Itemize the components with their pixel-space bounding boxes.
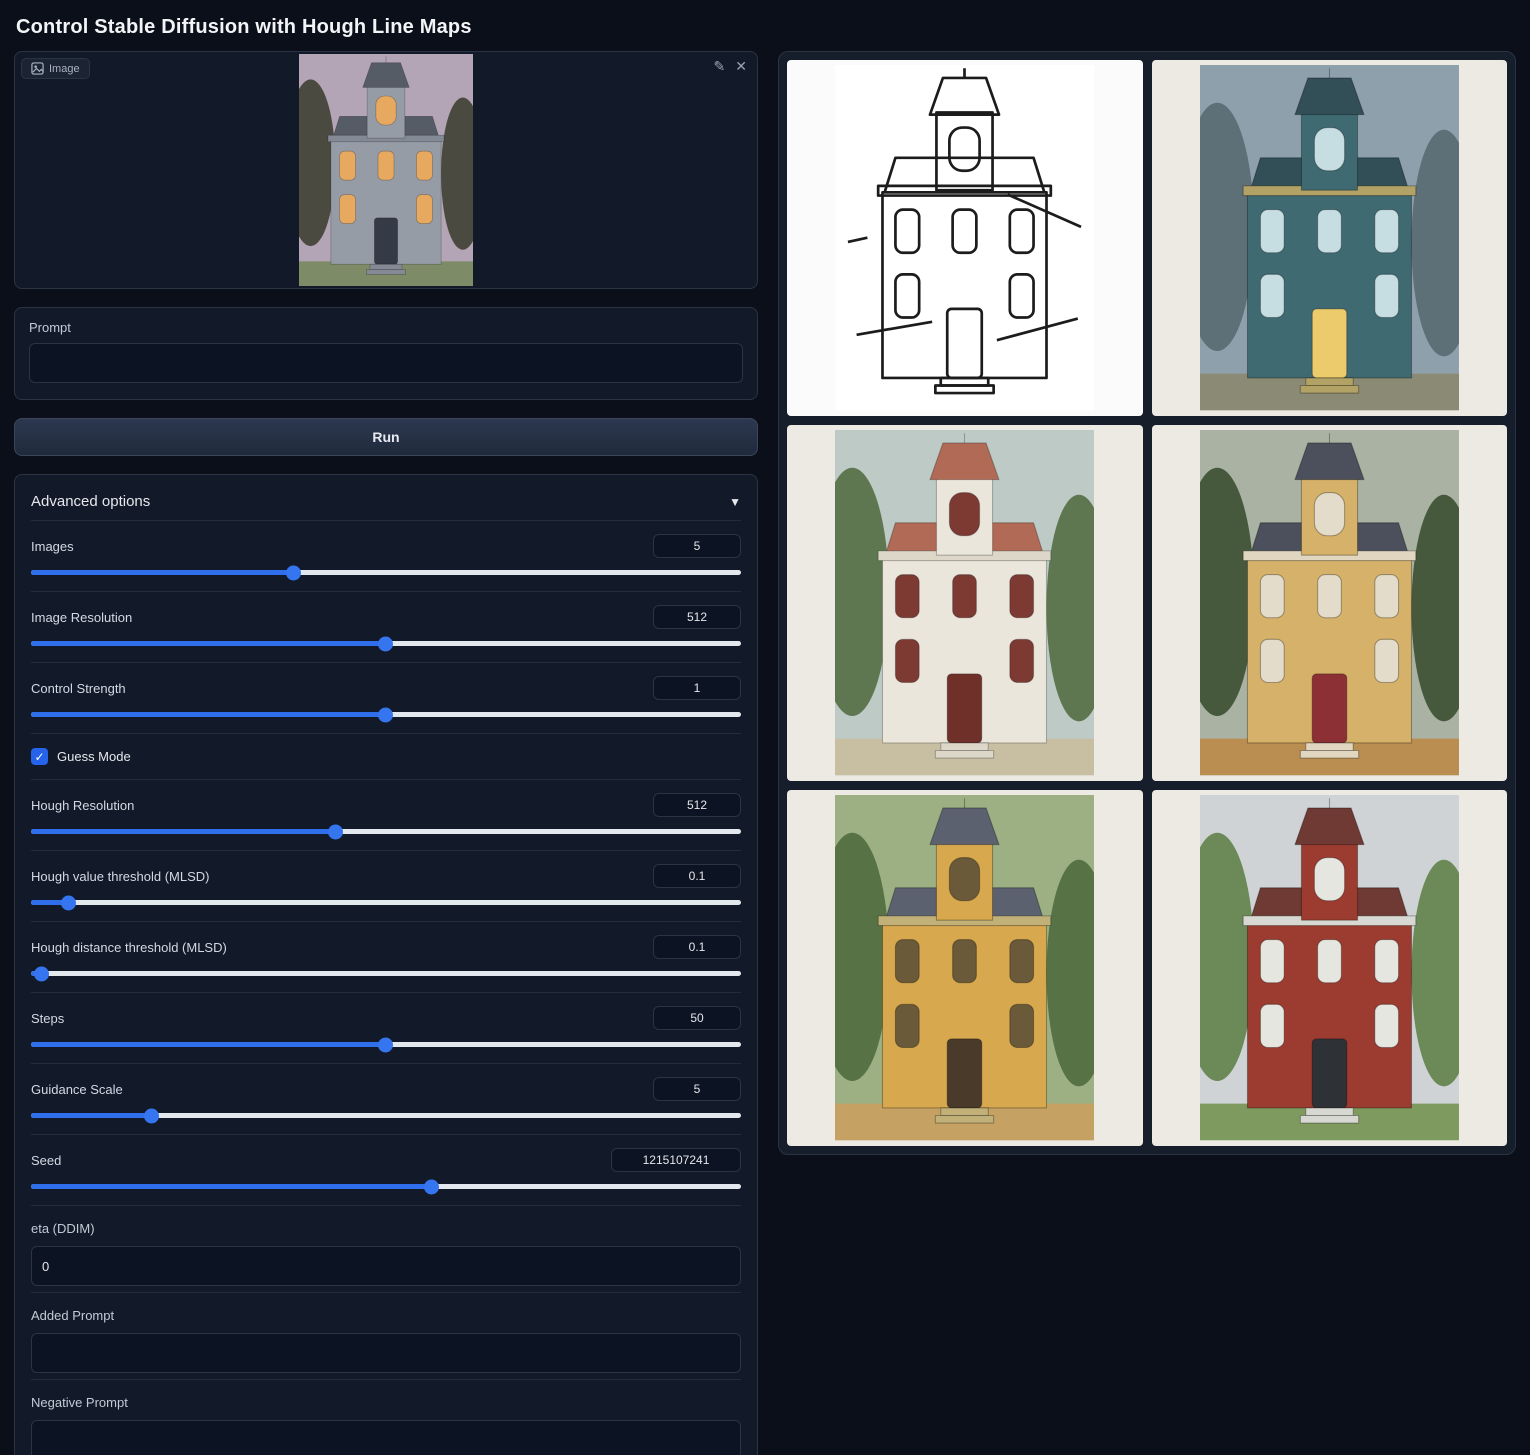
steps-slider[interactable] [31,1042,741,1047]
eta-group: eta (DDIM) [31,1205,741,1292]
hough-resolution-slider-group: Hough Resolution 512 [31,779,741,850]
negative-prompt-input[interactable] [31,1420,741,1455]
advanced-options-title: Advanced options [31,493,150,510]
image-resolution-value[interactable]: 512 [653,605,741,629]
image-actions: ✎ ✕ [714,60,747,74]
gallery-item-hough-map[interactable] [787,60,1143,416]
images-value[interactable]: 5 [653,534,741,558]
hough-resolution-slider[interactable] [31,829,741,834]
guess-mode-checkbox[interactable]: ✓ [31,748,48,765]
slider-fill [31,829,336,834]
image-resolution-slider-group: Image Resolution 512 [31,591,741,662]
image-label-tab: Image [21,58,90,79]
slider-fill [31,1113,152,1118]
control-strength-label: Control Strength [31,681,126,696]
guidance-scale-label: Guidance Scale [31,1082,123,1097]
slider-handle[interactable] [424,1179,439,1194]
main-layout: Image ✎ ✕ Prompt Run Advanced options ▼ [0,51,1530,1455]
seed-label: Seed [31,1153,61,1168]
eta-label: eta (DDIM) [31,1221,741,1236]
added-prompt-group: Added Prompt [31,1292,741,1379]
prompt-block: Prompt [14,307,758,400]
results-column [778,51,1516,1155]
seed-slider-group: Seed 1215107241 [31,1134,741,1205]
eta-input[interactable] [31,1246,741,1286]
hough-distance-threshold-value[interactable]: 0.1 [653,935,741,959]
gallery-item-result-5[interactable] [1152,790,1508,1146]
input-image [299,54,473,286]
image-resolution-slider[interactable] [31,641,741,646]
hough-value-threshold-label: Hough value threshold (MLSD) [31,869,209,884]
slider-handle[interactable] [378,1037,393,1052]
hough-value-threshold-slider[interactable] [31,900,741,905]
slider-handle[interactable] [378,707,393,722]
added-prompt-input[interactable] [31,1333,741,1373]
slider-fill [31,712,386,717]
prompt-label: Prompt [29,320,743,335]
negative-prompt-group: Negative Prompt [31,1379,741,1455]
generated-image-1 [1200,65,1459,410]
gallery-item-result-4[interactable] [787,790,1143,1146]
control-strength-slider-group: Control Strength 1 [31,662,741,733]
images-label: Images [31,539,74,554]
slider-handle[interactable] [144,1108,159,1123]
slider-handle[interactable] [328,824,343,839]
generated-image-3 [1200,430,1459,775]
slider-fill [31,641,386,646]
image-label: Image [49,63,80,75]
generated-image-5 [1200,795,1459,1140]
steps-slider-group: Steps 50 [31,992,741,1063]
hough-resolution-label: Hough Resolution [31,798,134,813]
slider-handle[interactable] [286,565,301,580]
guess-mode-label: Guess Mode [57,749,131,764]
slider-handle[interactable] [34,966,49,981]
slider-fill [31,570,294,575]
generated-image-2 [835,430,1094,775]
prompt-input[interactable] [29,343,743,383]
image-resolution-label: Image Resolution [31,610,132,625]
hough-distance-threshold-slider-group: Hough distance threshold (MLSD) 0.1 [31,921,741,992]
hough-value-threshold-slider-group: Hough value threshold (MLSD) 0.1 [31,850,741,921]
gallery-item-result-1[interactable] [1152,60,1508,416]
added-prompt-label: Added Prompt [31,1308,741,1323]
controls-column: Image ✎ ✕ Prompt Run Advanced options ▼ [14,51,758,1455]
image-upload-block[interactable]: Image ✎ ✕ [14,51,758,289]
seed-slider[interactable] [31,1184,741,1189]
slider-fill [31,1042,386,1047]
advanced-options-panel: Advanced options ▼ Images 5 Image Resolu… [14,474,758,1455]
page-title: Control Stable Diffusion with Hough Line… [0,0,1530,51]
hough-resolution-value[interactable]: 512 [653,793,741,817]
gallery-item-result-3[interactable] [1152,425,1508,781]
gallery-item-result-2[interactable] [787,425,1143,781]
hough-distance-threshold-label: Hough distance threshold (MLSD) [31,940,227,955]
image-icon [31,62,44,75]
hough-distance-threshold-slider[interactable] [31,971,741,976]
slider-handle[interactable] [61,895,76,910]
guidance-scale-value[interactable]: 5 [653,1077,741,1101]
result-gallery [778,51,1516,1155]
control-strength-value[interactable]: 1 [653,676,741,700]
slider-fill [31,1184,432,1189]
hough-value-threshold-value[interactable]: 0.1 [653,864,741,888]
images-slider-group: Images 5 [31,520,741,591]
steps-label: Steps [31,1011,64,1026]
steps-value[interactable]: 50 [653,1006,741,1030]
guess-mode-group: ✓ Guess Mode [31,733,741,779]
generated-image-4 [835,795,1094,1140]
hough-line-map-image [835,65,1094,410]
images-slider[interactable] [31,570,741,575]
guidance-scale-slider[interactable] [31,1113,741,1118]
control-strength-slider[interactable] [31,712,741,717]
seed-value[interactable]: 1215107241 [611,1148,741,1172]
advanced-options-header[interactable]: Advanced options ▼ [31,489,741,520]
run-button[interactable]: Run [14,418,758,456]
guidance-scale-slider-group: Guidance Scale 5 [31,1063,741,1134]
slider-handle[interactable] [378,636,393,651]
check-icon: ✓ [34,751,44,763]
negative-prompt-label: Negative Prompt [31,1395,741,1410]
edit-image-icon[interactable]: ✎ [714,60,726,74]
clear-image-icon[interactable]: ✕ [735,60,747,74]
chevron-down-icon[interactable]: ▼ [729,495,741,509]
